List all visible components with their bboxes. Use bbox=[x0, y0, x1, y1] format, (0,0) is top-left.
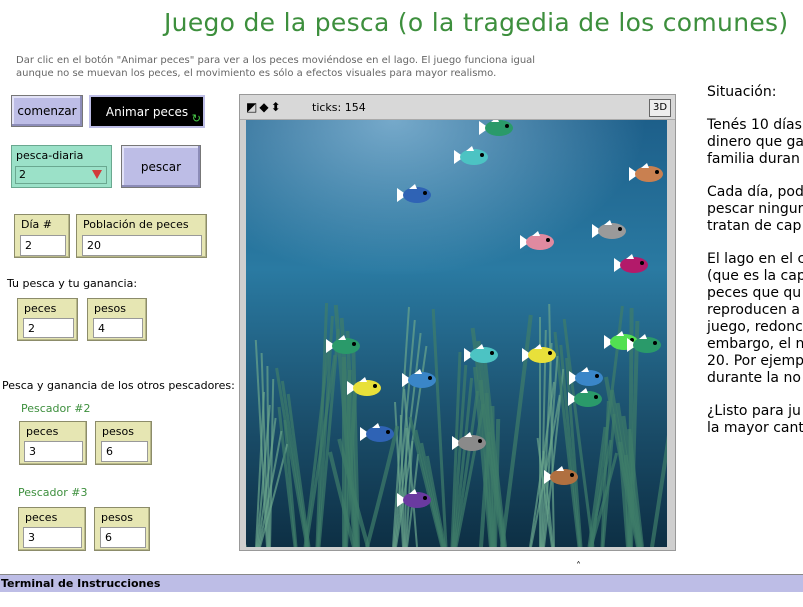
tu-pesos-monitor: pesos 4 bbox=[87, 298, 147, 341]
lake-canvas bbox=[246, 120, 667, 547]
otros-heading: Pesca y ganancia de los otros pescadores… bbox=[2, 379, 235, 392]
p2-pesos-value: 6 bbox=[101, 441, 148, 462]
situacion-para-2: Cada día, pod pescar ningur tratan de cap bbox=[707, 184, 803, 234]
p3-pesos-value: 6 bbox=[100, 527, 146, 548]
poblacion-label: Población de peces bbox=[83, 218, 189, 231]
comenzar-button[interactable]: comenzar bbox=[11, 95, 83, 127]
lake bbox=[246, 120, 667, 547]
pesca-diaria-chooser[interactable]: pesca-diaria 2 bbox=[11, 145, 112, 188]
situacion-para-3: El lago en el c (que es la cap peces que q… bbox=[707, 251, 803, 386]
pescador-3-label: Pescador #3 bbox=[18, 486, 88, 499]
pescar-button[interactable]: pescar bbox=[121, 145, 201, 188]
pescador-2-label: Pescador #2 bbox=[21, 402, 91, 415]
pane-splitter[interactable] bbox=[0, 562, 803, 574]
forever-icon: ↻ bbox=[191, 112, 201, 125]
world-view[interactable]: ◩◆⬍ ticks: 154 3D bbox=[239, 94, 676, 551]
p3-peces-monitor: peces 3 bbox=[18, 507, 86, 551]
situacion-text: Situación: Tenés 10 días dinero que ga fam… bbox=[707, 84, 803, 453]
situacion-para-4: ¿Listo para ju la mayor cant bbox=[707, 403, 803, 436]
animar-peces-button[interactable]: Animar peces ↻ bbox=[89, 95, 205, 128]
ticks-counter: ticks: 154 bbox=[312, 101, 366, 114]
chooser-value[interactable]: 2 bbox=[15, 166, 107, 184]
tu-peces-monitor: peces 2 bbox=[17, 298, 78, 341]
splitter-caret-icon[interactable]: ˄ bbox=[576, 561, 581, 572]
poblacion-monitor: Población de peces 20 bbox=[76, 214, 207, 258]
p3-pesos-monitor: pesos 6 bbox=[94, 507, 150, 551]
p2-peces-value: 3 bbox=[24, 441, 83, 462]
p2-pesos-monitor: pesos 6 bbox=[95, 421, 152, 465]
intro-text: Dar clic en el botón "Animar peces" para… bbox=[16, 55, 536, 79]
tu-pesos-value: 4 bbox=[93, 318, 143, 338]
tu-peces-label: peces bbox=[24, 302, 57, 315]
terminal-header[interactable]: Terminal de Instrucciones bbox=[0, 574, 803, 592]
tu-pesos-label: pesos bbox=[94, 302, 126, 315]
view-toolbar: ◩◆⬍ ticks: 154 3D bbox=[240, 95, 675, 120]
dia-label: Día # bbox=[21, 218, 52, 231]
dia-value: 2 bbox=[20, 235, 66, 256]
poblacion-value: 20 bbox=[82, 235, 202, 256]
dropdown-arrow-icon bbox=[92, 170, 102, 179]
page-title: Juego de la pesca (o la tragedia de los … bbox=[164, 8, 789, 37]
p3-peces-label: peces bbox=[25, 511, 58, 524]
tu-pesca-heading: Tu pesca y tu ganancia: bbox=[7, 277, 138, 290]
3d-button[interactable]: 3D bbox=[649, 99, 671, 117]
p2-peces-label: peces bbox=[26, 425, 59, 438]
chooser-selected: 2 bbox=[19, 168, 26, 181]
dia-monitor: Día # 2 bbox=[14, 214, 70, 258]
tu-peces-value: 2 bbox=[23, 318, 74, 338]
p3-peces-value: 3 bbox=[23, 527, 82, 548]
view-controls-icon[interactable]: ◩◆⬍ bbox=[246, 100, 283, 114]
situacion-heading: Situación: bbox=[707, 84, 777, 100]
p2-pesos-label: pesos bbox=[102, 425, 134, 438]
situacion-para-1: Tenés 10 días dinero que ga familia duran bbox=[707, 117, 803, 167]
p2-peces-monitor: peces 3 bbox=[19, 421, 87, 465]
chooser-label: pesca-diaria bbox=[16, 149, 84, 162]
animar-peces-label: Animar peces bbox=[105, 104, 189, 119]
p3-pesos-label: pesos bbox=[101, 511, 133, 524]
